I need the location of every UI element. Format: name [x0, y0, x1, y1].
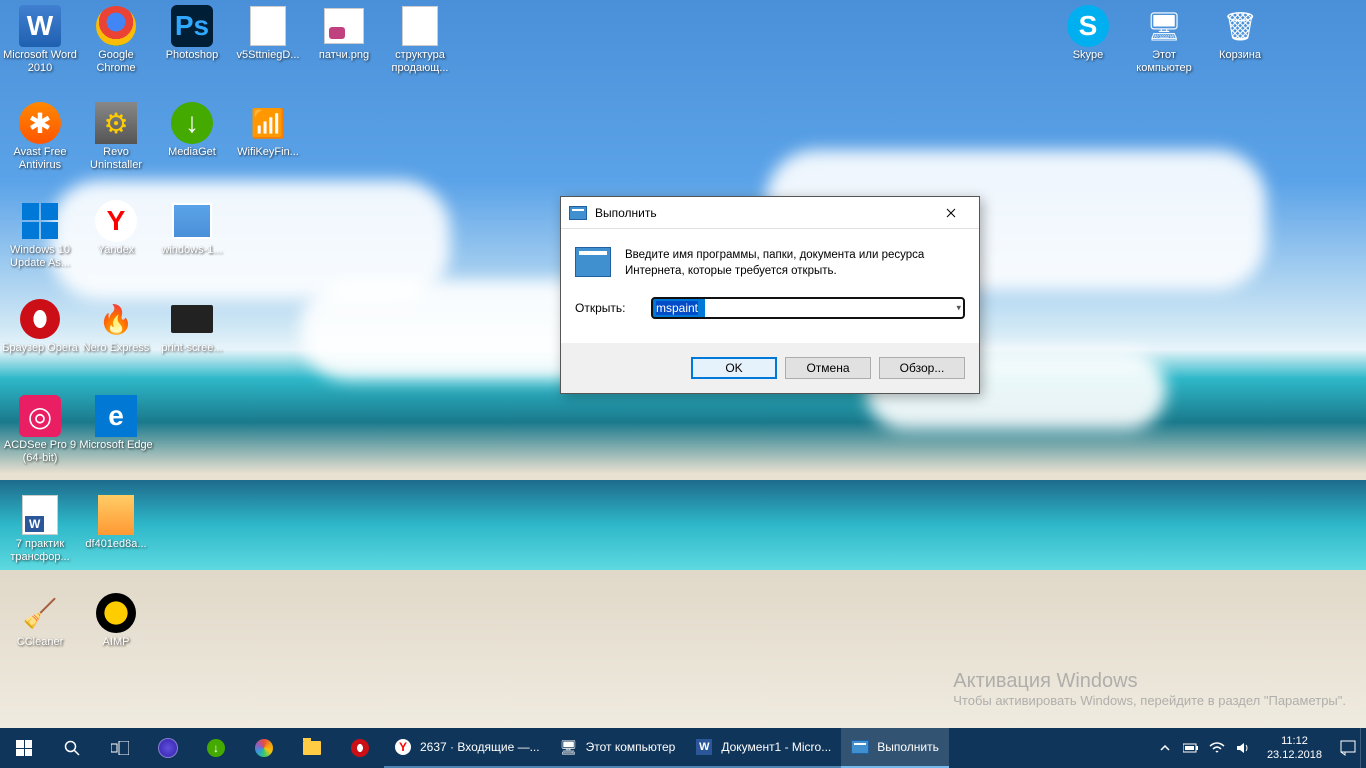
desktop-icon-zip[interactable]: df401ed8a...	[78, 494, 154, 551]
desktop-icon-mediaget[interactable]: ↓MediaGet	[154, 102, 230, 159]
search-button[interactable]	[48, 728, 96, 768]
desktop-icon-label: CCleaner	[17, 636, 63, 649]
cortana-button[interactable]	[144, 728, 192, 768]
ok-button[interactable]: OK	[691, 357, 777, 379]
desktop-icon-img[interactable]: windows-1...	[154, 200, 230, 257]
wifi-icon[interactable]	[1207, 728, 1227, 768]
desktop-icon-aimp[interactable]: AIMP	[78, 592, 154, 649]
desktop-icon-label: Revo Uninstaller	[78, 146, 154, 172]
desktop-icon-label: AIMP	[103, 636, 130, 649]
run-dialog-titlebar[interactable]: Выполнить	[561, 197, 979, 229]
desktop-icon-avast[interactable]: ✱Avast Free Antivirus	[2, 102, 78, 172]
taskbar-task-label: Документ1 - Micro...	[721, 740, 831, 754]
desktop-icon-label: MediaGet	[168, 146, 216, 159]
desktop-icon-label: Windows 10 Update As...	[2, 244, 78, 270]
opera-taskbar-icon[interactable]	[336, 728, 384, 768]
activation-subtitle: Чтобы активировать Windows, перейдите в …	[953, 693, 1346, 708]
cancel-button[interactable]: Отмена	[785, 357, 871, 379]
paint-taskbar-icon[interactable]	[240, 728, 288, 768]
desktop-icon-label: Корзина	[1219, 49, 1261, 62]
desktop-icon-word[interactable]: WMicrosoft Word 2010	[2, 5, 78, 75]
taskbar-task-yandex[interactable]: Y 2637 · Входящие —...	[384, 728, 550, 768]
desktop-icon-label: Photoshop	[166, 49, 219, 62]
open-label: Открыть:	[575, 301, 641, 315]
yandex-icon: Y	[394, 738, 412, 756]
activation-title: Активация Windows	[953, 670, 1346, 693]
taskbar: ↓ Y 2637 · Входящие —... 🖥 Этот компьютер WД…	[0, 728, 1366, 768]
desktop-icon-label: v5SttniegD...	[237, 49, 300, 62]
desktop-icon-doc[interactable]: 7 практик трансфор...	[2, 494, 78, 564]
desktop-icon-file[interactable]: v5SttniegD...	[230, 5, 306, 62]
desktop-icon-revo[interactable]: ⚙Revo Uninstaller	[78, 102, 154, 172]
clock-date: 23.12.2018	[1267, 748, 1322, 762]
desktop-icon-label: Nero Express	[83, 342, 150, 355]
taskbar-task-label: 2637 · Входящие —...	[420, 740, 540, 754]
taskbar-task-label: Выполнить	[877, 740, 939, 754]
desktop-icon-yandex[interactable]: YYandex	[78, 200, 154, 257]
system-tray	[1151, 728, 1257, 768]
desktop-icon-nero[interactable]: 🔥Nero Express	[78, 298, 154, 355]
taskbar-task-label: Этот компьютер	[586, 740, 676, 754]
desktop-icon-label: Этот компьютер	[1126, 49, 1202, 75]
desktop-background[interactable]: WMicrosoft Word 2010Google ChromePsPhoto…	[0, 0, 1366, 728]
desktop-icon-label: windows-1...	[161, 244, 222, 257]
desktop-icon-label: Браузер Opera	[2, 342, 78, 355]
desktop-icon-kb[interactable]: print-scree...	[154, 298, 230, 355]
taskbar-clock[interactable]: 11:12 23.12.2018	[1257, 734, 1332, 763]
desktop-icon-ps[interactable]: PsPhotoshop	[154, 5, 230, 62]
desktop-icon-pc[interactable]: 🖥Этот компьютер	[1126, 5, 1202, 75]
desktop-icon-opera[interactable]: Браузер Opera	[2, 298, 78, 355]
notifications-button[interactable]	[1336, 728, 1360, 768]
desktop-icon-label: патчи.png	[319, 49, 369, 62]
desktop-icon-edge[interactable]: eMicrosoft Edge	[78, 395, 154, 452]
run-dialog[interactable]: Выполнить Введите имя программы, папки, …	[560, 196, 980, 394]
desktop-icon-label: Skype	[1073, 49, 1104, 62]
open-input[interactable]	[651, 297, 965, 319]
task-view-button[interactable]	[96, 728, 144, 768]
desktop-icon-label: 7 практик трансфор...	[2, 538, 78, 564]
taskbar-task-word[interactable]: W Документ1 - Micro...	[685, 728, 841, 768]
volume-icon[interactable]	[1233, 728, 1253, 768]
browse-button[interactable]: Обзор...	[879, 357, 965, 379]
desktop-icon-bin[interactable]: 🗑Корзина	[1202, 5, 1278, 62]
desktop-icon-wifi[interactable]: 📶WifiKeyFin...	[230, 102, 306, 159]
desktop-icon-skype[interactable]: SSkype	[1050, 5, 1126, 62]
desktop-icon-win10[interactable]: Windows 10 Update As...	[2, 200, 78, 270]
desktop-icon-label: df401ed8a...	[85, 538, 146, 551]
run-icon	[569, 206, 587, 220]
run-dialog-description: Введите имя программы, папки, документа …	[625, 247, 965, 279]
desktop-icon-chrome[interactable]: Google Chrome	[78, 5, 154, 75]
desktop-icon-label: WifiKeyFin...	[237, 146, 299, 159]
run-dialog-title: Выполнить	[595, 206, 931, 220]
desktop-icon-ccleaner[interactable]: 🧹CCleaner	[2, 592, 78, 649]
clock-time: 11:12	[1267, 734, 1322, 748]
run-icon	[851, 738, 869, 756]
word-icon: W	[695, 738, 713, 756]
tray-chevron-up-icon[interactable]	[1155, 728, 1175, 768]
desktop-icon-label: ACDSee Pro 9 (64-bit)	[2, 439, 78, 465]
open-combobox[interactable]: ▾	[651, 297, 965, 319]
desktop-icon-label: Avast Free Antivirus	[2, 146, 78, 172]
desktop-icon-png[interactable]: патчи.png	[306, 5, 382, 62]
taskbar-task-pc[interactable]: 🖥 Этот компьютер	[550, 728, 686, 768]
desktop-icon-label: Yandex	[98, 244, 135, 257]
file-explorer-button[interactable]	[288, 728, 336, 768]
desktop-icon-label: структура продающ...	[382, 49, 458, 75]
taskbar-task-run[interactable]: Выполнить	[841, 728, 949, 768]
desktop-icon-acdsee[interactable]: ◎ACDSee Pro 9 (64-bit)	[2, 395, 78, 465]
desktop-icon-label: Google Chrome	[78, 49, 154, 75]
close-button[interactable]	[931, 199, 971, 227]
start-button[interactable]	[0, 728, 48, 768]
show-desktop-button[interactable]	[1360, 728, 1366, 768]
mediaget-taskbar-icon[interactable]: ↓	[192, 728, 240, 768]
desktop-icon-label: Microsoft Edge	[79, 439, 152, 452]
battery-icon[interactable]	[1181, 728, 1201, 768]
desktop-icon-label: Microsoft Word 2010	[2, 49, 78, 75]
pc-icon: 🖥	[560, 738, 578, 756]
desktop-icon-label: print-scree...	[161, 342, 222, 355]
run-icon	[575, 247, 611, 277]
activation-watermark: Активация Windows Чтобы активировать Win…	[953, 670, 1346, 708]
desktop-icon-file[interactable]: структура продающ...	[382, 5, 458, 75]
